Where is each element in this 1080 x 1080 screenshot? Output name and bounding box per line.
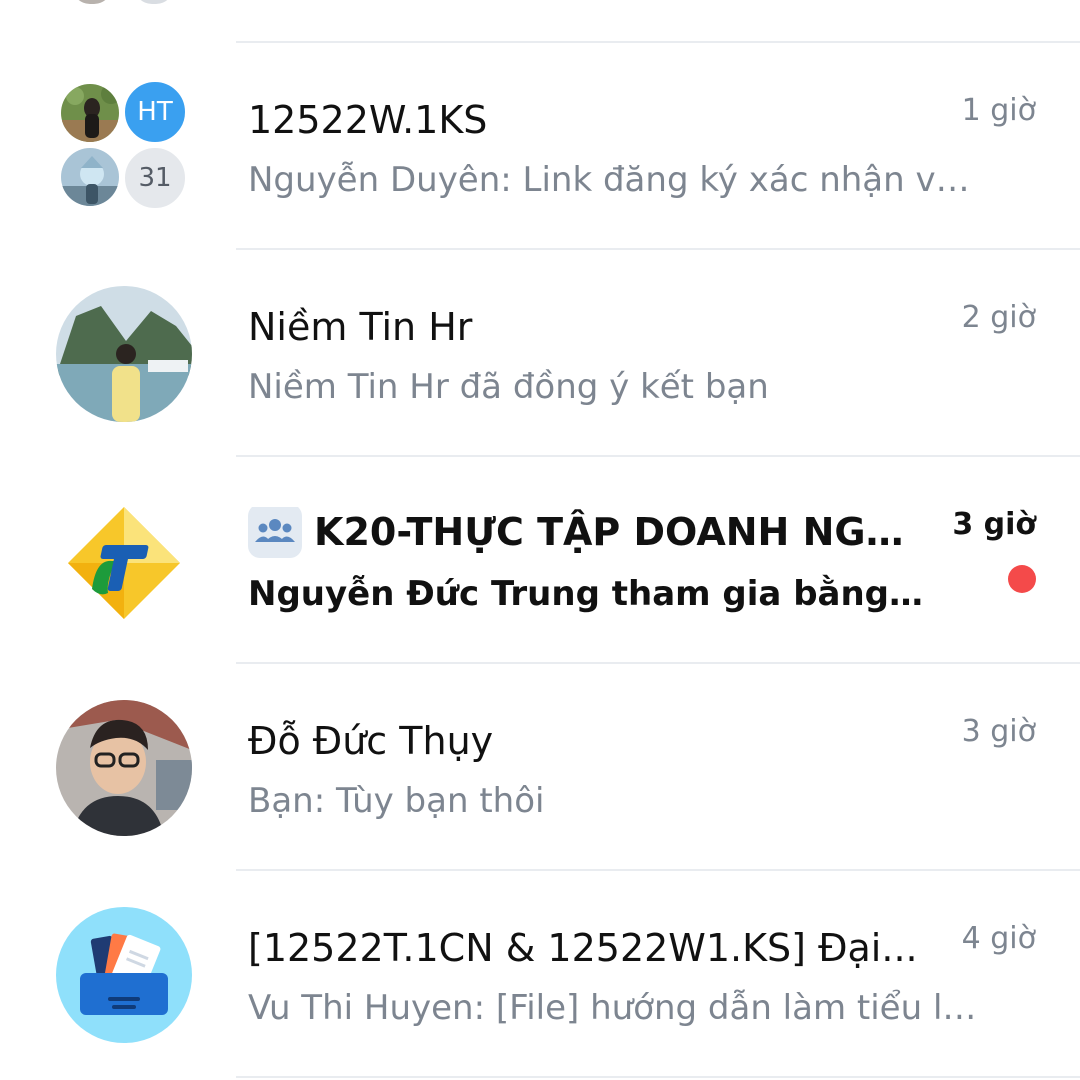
conversation-title-text: K20-THỰC TẬP DOANH NGHI...	[314, 510, 928, 554]
avatar-wrap	[56, 493, 192, 629]
conversation-title: [12522T.1CN & 12522W1.KS] Đại...	[248, 926, 918, 970]
conversation-time: 3 giờ	[961, 714, 1036, 749]
conversation-title: 12522W.1KS	[248, 98, 488, 142]
member-avatar-photo	[59, 82, 121, 144]
conversation-title: K20-THỰC TẬP DOANH NGHI...	[248, 507, 928, 562]
conversation-preview: Niềm Tin Hr đã đồng ý kết bạn	[248, 367, 769, 407]
conversation-row[interactable]: [12522T.1CN & 12522W1.KS] Đại... Vu Thi …	[0, 871, 1080, 1078]
member-initials-avatar: HT	[123, 80, 187, 144]
previous-row-partial[interactable]	[0, 0, 1080, 42]
avatar-wrap	[56, 700, 192, 836]
folder-icon	[56, 907, 192, 1043]
avatar-wrap	[56, 286, 192, 422]
unread-indicator	[1008, 565, 1036, 593]
member-avatar-photo	[59, 146, 121, 208]
avatar-wrap	[56, 907, 192, 1043]
contact-avatar-photo	[56, 700, 192, 836]
conversation-row[interactable]: Niềm Tin Hr Niềm Tin Hr đã đồng ý kết bạ…	[0, 250, 1080, 457]
conversation-row[interactable]: HT 31 12522W.1KS Nguyễn Duyên: Link đăng…	[0, 43, 1080, 250]
conversation-row[interactable]: Đỗ Đức Thụy Bạn: Tùy bạn thôi 3 giờ	[0, 664, 1080, 871]
conversation-time: 2 giờ	[961, 300, 1036, 335]
conversation-preview: Vu Thi Huyen: [File] hướng dẫn làm tiểu …	[248, 988, 988, 1028]
conversation-title: Niềm Tin Hr	[248, 305, 473, 349]
member-count-text: 31	[138, 163, 172, 193]
conversation-time: 4 giờ	[961, 921, 1036, 956]
group-avatar-grid: HT 31	[56, 80, 192, 216]
initials-text: HT	[137, 97, 173, 127]
conversation-row[interactable]: K20-THỰC TẬP DOANH NGHI... Nguyễn Đức Tr…	[0, 457, 1080, 664]
divider	[236, 1076, 1080, 1078]
conversation-preview: Nguyễn Duyên: Link đăng ký xác nhận vay.…	[248, 160, 988, 200]
avatar-partial	[72, 0, 112, 4]
member-count-badge: 31	[123, 146, 187, 210]
conversation-time: 3 giờ	[952, 507, 1036, 542]
conversation-preview: Bạn: Tùy bạn thôi	[248, 781, 545, 821]
avatar-partial	[134, 0, 174, 4]
conversation-list: HT 31 12522W.1KS Nguyễn Duyên: Link đăng…	[0, 0, 1080, 1080]
conversation-title: Đỗ Đức Thụy	[248, 719, 494, 763]
contact-avatar-photo	[56, 286, 192, 422]
group-logo-avatar	[56, 493, 192, 629]
group-icon	[248, 507, 302, 558]
conversation-preview: Nguyễn Đức Trung tham gia bằng link...	[248, 574, 928, 614]
conversation-time: 1 giờ	[961, 93, 1036, 128]
